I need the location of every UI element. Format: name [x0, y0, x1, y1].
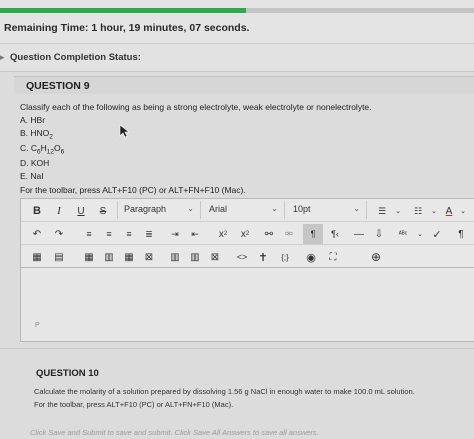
- align-left-icon[interactable]: ≡: [81, 224, 97, 244]
- table-split-icon[interactable]: ▥: [187, 247, 203, 267]
- show-blocks-button[interactable]: ¶: [453, 224, 469, 244]
- chevron-down-icon[interactable]: ⌄: [415, 224, 425, 244]
- insert-file-icon[interactable]: ⇩: [371, 224, 387, 244]
- table-row-icon[interactable]: ▤: [51, 247, 67, 267]
- chevron-right-icon[interactable]: ▸: [0, 52, 5, 63]
- text-color-button[interactable]: A: [441, 201, 457, 221]
- table-merge-icon[interactable]: ▦: [121, 247, 137, 267]
- check-button[interactable]: ✓: [429, 224, 445, 244]
- table-delete-icon[interactable]: ⊠: [141, 247, 157, 267]
- source-code-button[interactable]: <>: [233, 247, 251, 267]
- question-9-title: QUESTION 9: [26, 80, 90, 92]
- table-insert-column-icon[interactable]: ▥: [101, 247, 117, 267]
- font-family-value: Arial: [209, 204, 228, 214]
- toolbar-hint: For the toolbar, press ALT+F10 (PC) or A…: [20, 185, 246, 195]
- time-progress-fill: [0, 8, 247, 13]
- rich-text-toolbar: B I U S Paragraph ⌄ Arial ⌄ 10pt ⌄ ☰ ⌄ ☷…: [20, 198, 474, 268]
- paragraph-dropdown[interactable]: Paragraph ⌄: [117, 201, 201, 219]
- bold-button[interactable]: B: [29, 201, 45, 221]
- italic-button[interactable]: I: [51, 201, 67, 221]
- question-10-header: QUESTION 10: [20, 366, 474, 382]
- option-a: A. HBr: [20, 115, 46, 125]
- option-e: E. NaI: [20, 171, 44, 181]
- question-9-header: QUESTION 9: [14, 76, 474, 94]
- align-justify-icon[interactable]: ≣: [141, 224, 157, 244]
- mouse-cursor-icon: [119, 124, 129, 138]
- add-content-icon[interactable]: ⊕: [367, 247, 385, 267]
- font-family-dropdown[interactable]: Arial ⌄: [203, 201, 285, 219]
- code-sample-button[interactable]: {;}: [275, 247, 295, 267]
- align-right-icon[interactable]: ≡: [121, 224, 137, 244]
- question-10-toolbar-hint: For the toolbar, press ALT+F10 (PC) or A…: [34, 400, 234, 409]
- question-10-title: QUESTION 10: [36, 368, 99, 379]
- completion-status-label: Question Completion Status:: [10, 52, 141, 63]
- option-c: C. C6H12O6: [20, 143, 65, 156]
- chevron-down-icon: ⌄: [187, 204, 194, 213]
- table-insert-row-icon[interactable]: ▦: [81, 247, 97, 267]
- chevron-down-icon[interactable]: ⌄: [429, 201, 439, 221]
- undo-icon[interactable]: ↶: [29, 224, 45, 244]
- preview-eye-icon[interactable]: ◉: [303, 247, 319, 267]
- unlink-icon[interactable]: ⚮: [281, 224, 297, 244]
- link-icon[interactable]: ⚯: [261, 224, 277, 244]
- chevron-down-icon: ⌄: [271, 204, 278, 213]
- superscript-button[interactable]: x2: [213, 224, 233, 244]
- completion-status-bar[interactable]: ▸ Question Completion Status:: [0, 44, 474, 72]
- element-path-label: P: [35, 322, 40, 329]
- rtl-direction-button[interactable]: ¶‹: [325, 224, 345, 244]
- toolbar-row-2: ↶ ↷ ≡ ≡ ≡ ≣ ⇥ ⇤ x2 x2 ⚯ ⚮ ¶ ¶‹ — ⇩ ᴬᴮᶜ ⌄…: [21, 222, 474, 245]
- answer-editor[interactable]: P: [20, 268, 474, 342]
- option-d: D. KOH: [20, 158, 50, 168]
- fullscreen-icon[interactable]: ⛶: [325, 247, 341, 267]
- chevron-down-icon[interactable]: ⌄: [457, 201, 469, 221]
- ltr-direction-button[interactable]: ¶: [303, 224, 323, 244]
- remaining-time: Remaining Time: 1 hour, 19 minutes, 07 s…: [4, 22, 250, 34]
- strikethrough-button[interactable]: S: [95, 201, 111, 221]
- chevron-down-icon: ⌄: [353, 204, 360, 213]
- font-size-value: 10pt: [293, 204, 311, 214]
- toolbar-row-3: ▦ ▤ ▦ ▥ ▦ ⊠ ▥ ▥ ⊠ <> ✝ {;} ◉ ⛶ ⊕: [21, 245, 474, 268]
- question-10-prompt: Calculate the molarity of a solution pre…: [34, 387, 415, 396]
- indent-icon[interactable]: ⇥: [167, 224, 183, 244]
- accessibility-icon[interactable]: ✝: [255, 247, 271, 267]
- redo-icon[interactable]: ↷: [51, 224, 67, 244]
- table-cell-icon[interactable]: ▥: [167, 247, 183, 267]
- option-b: B. HNO2: [20, 128, 53, 141]
- section-divider: [0, 348, 474, 349]
- font-size-dropdown[interactable]: 10pt ⌄: [287, 201, 367, 219]
- chevron-down-icon[interactable]: ⌄: [393, 201, 403, 221]
- align-center-icon[interactable]: ≡: [101, 224, 117, 244]
- spellcheck-icon[interactable]: ᴬᴮᶜ: [393, 224, 413, 244]
- table-icon[interactable]: ▦: [29, 247, 45, 267]
- outdent-icon[interactable]: ⇤: [187, 224, 203, 244]
- submit-instructions: Click Save and Submit to save and submit…: [30, 428, 319, 437]
- toolbar-row-1: B I U S Paragraph ⌄ Arial ⌄ 10pt ⌄ ☰ ⌄ ☷…: [21, 199, 474, 222]
- time-progress-bar: [0, 8, 474, 13]
- underline-button[interactable]: U: [73, 201, 89, 221]
- bullet-list-icon[interactable]: ☰: [371, 201, 393, 221]
- question-9-prompt: Classify each of the following as being …: [20, 102, 372, 112]
- horizontal-rule-button[interactable]: —: [351, 224, 367, 244]
- subscript-button[interactable]: x2: [235, 224, 255, 244]
- paragraph-dropdown-value: Paragraph: [124, 204, 167, 214]
- table-remove-icon[interactable]: ⊠: [207, 247, 223, 267]
- numbered-list-icon[interactable]: ☷: [407, 201, 429, 221]
- top-bar: Remaining Time: 1 hour, 19 minutes, 07 s…: [0, 0, 474, 44]
